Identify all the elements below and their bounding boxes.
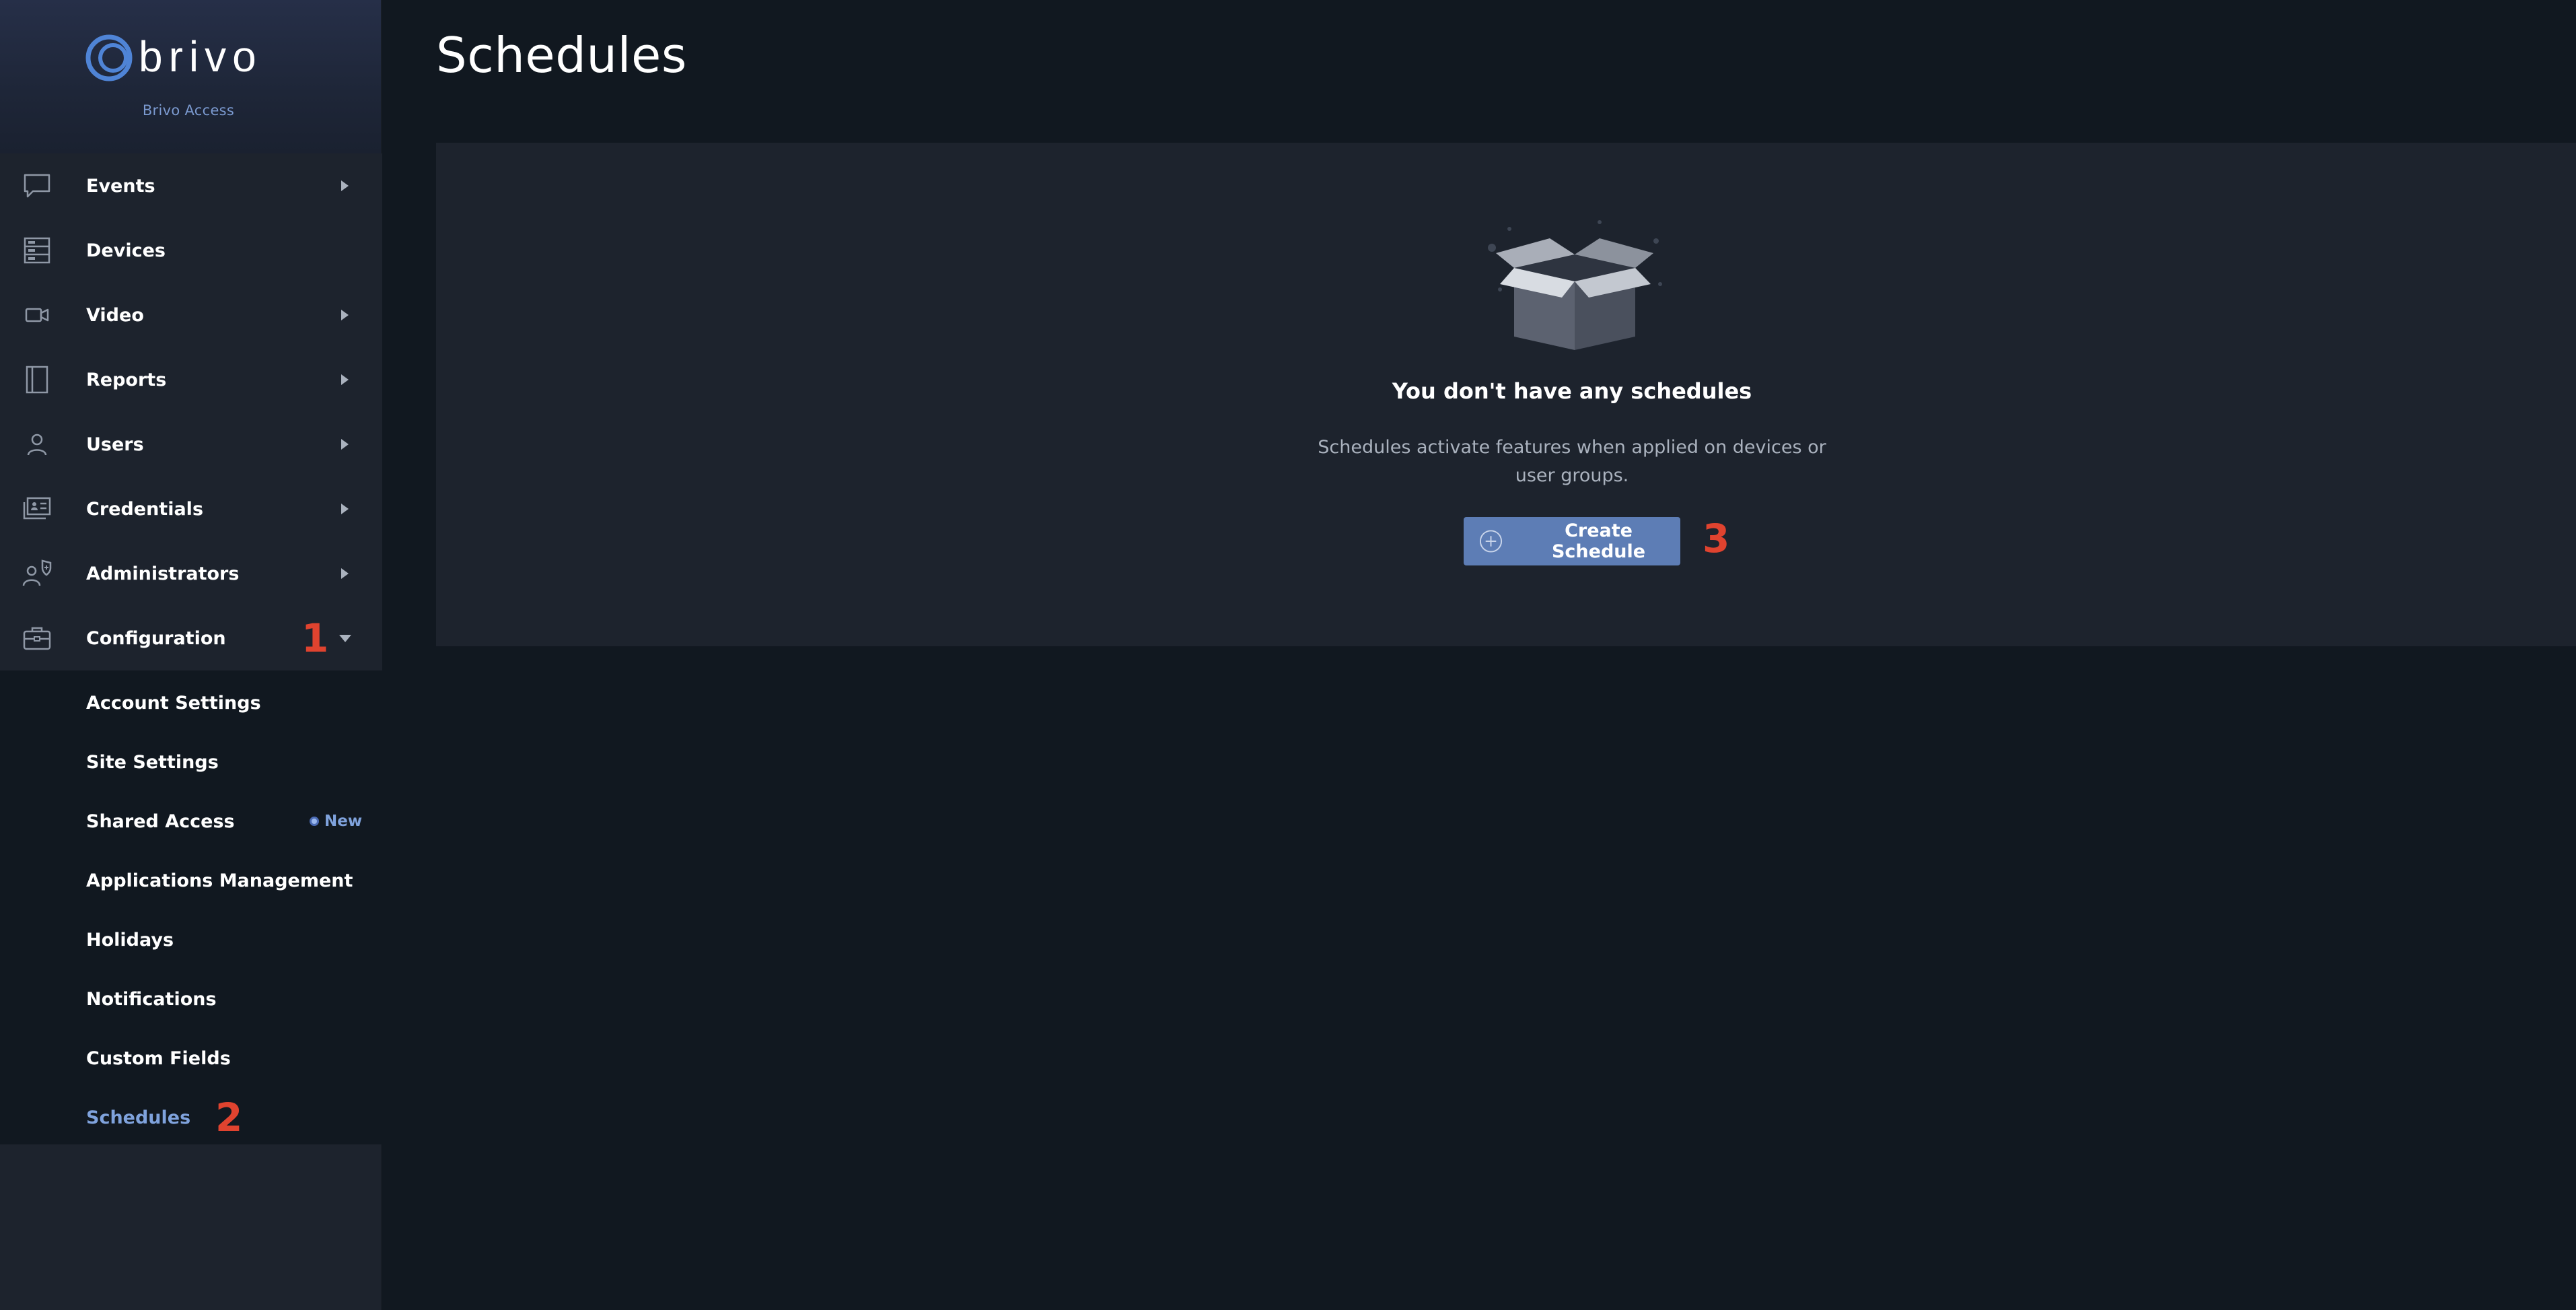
main-nav: Events Devices Video Reports Users Crede… — [0, 153, 382, 1144]
app-root: brivo Brivo Access Events Devices Video … — [0, 0, 2576, 1310]
nav-item-administrators[interactable]: Administrators — [0, 541, 382, 606]
video-camera-icon — [22, 300, 52, 330]
subnav-item-holidays[interactable]: Holidays — [0, 910, 382, 969]
create-schedule-label: Create Schedule — [1551, 520, 1646, 562]
nav-label: Video — [86, 304, 144, 326]
chevron-right-icon — [341, 374, 349, 385]
empty-state-panel: You don't have any schedules Schedules a… — [436, 143, 2576, 646]
nav-item-reports[interactable]: Reports — [0, 347, 382, 412]
chevron-right-icon — [341, 504, 349, 514]
subnav-label: Schedules — [86, 1107, 191, 1128]
subnav-item-shared-access[interactable]: Shared Access New — [0, 792, 382, 851]
server-icon — [22, 236, 52, 265]
new-dot-icon — [310, 817, 319, 826]
nav-item-credentials[interactable]: Credentials — [0, 477, 382, 541]
subnav-item-schedules[interactable]: Schedules 2 — [0, 1088, 382, 1147]
brivo-logo[interactable]: brivo — [82, 28, 284, 89]
plus-circle-icon — [1479, 530, 1503, 553]
id-card-icon — [22, 494, 52, 524]
new-badge-label: New — [324, 813, 363, 830]
nav-label: Credentials — [86, 498, 204, 520]
nav-item-devices[interactable]: Devices — [0, 218, 382, 283]
user-icon — [22, 429, 52, 459]
nav-label: Devices — [86, 240, 166, 261]
chevron-right-icon — [341, 310, 349, 320]
chevron-right-icon — [341, 439, 349, 450]
chevron-right-icon — [341, 180, 349, 191]
subnav-label: Site Settings — [86, 751, 219, 773]
subnav-item-notifications[interactable]: Notifications — [0, 969, 382, 1029]
empty-state-title: You don't have any schedules — [1392, 378, 1752, 404]
subnav-label: Notifications — [86, 988, 217, 1010]
subnav-label: Holidays — [86, 929, 174, 951]
brand-subtitle: Brivo Access — [142, 102, 235, 118]
report-book-icon — [22, 365, 52, 394]
subnav-item-applications-management[interactable]: Applications Management — [0, 851, 382, 910]
subnav-label: Account Settings — [86, 692, 261, 714]
annotation-step-1: 1 — [301, 615, 329, 661]
nav-label: Events — [86, 175, 155, 197]
subnav-item-account-settings[interactable]: Account Settings — [0, 673, 382, 732]
subnav-item-site-settings[interactable]: Site Settings — [0, 732, 382, 792]
subnav-item-custom-fields[interactable]: Custom Fields — [0, 1029, 382, 1088]
nav-item-video[interactable]: Video — [0, 283, 382, 347]
page-title: Schedules — [436, 27, 687, 83]
nav-item-users[interactable]: Users — [0, 412, 382, 477]
subnav-label: Shared Access — [86, 811, 235, 832]
briefcase-icon — [22, 623, 52, 653]
admin-shield-icon — [22, 559, 52, 588]
nav-label: Reports — [86, 369, 167, 390]
subnav-label: Custom Fields — [86, 1047, 231, 1069]
subnav-label: Applications Management — [86, 870, 353, 891]
nav-label: Configuration — [86, 627, 226, 649]
nav-label: Administrators — [86, 563, 240, 584]
annotation-step-2: 2 — [215, 1095, 243, 1140]
sidebar: brivo Brivo Access Events Devices Video … — [0, 0, 382, 1310]
svg-text:brivo: brivo — [139, 32, 262, 81]
open-box-icon — [1488, 220, 1662, 350]
brand-header: brivo Brivo Access — [0, 0, 381, 153]
configuration-subnav: Account Settings Site Settings Shared Ac… — [0, 670, 382, 1144]
chevron-right-icon — [341, 568, 349, 579]
nav-label: Users — [86, 434, 144, 455]
chevron-down-icon — [339, 634, 351, 642]
empty-state-description: Schedules activate features when applied… — [1318, 437, 1826, 486]
message-icon — [22, 171, 52, 201]
new-badge: New — [310, 813, 362, 830]
create-schedule-button[interactable]: Create Schedule — [1464, 517, 1680, 565]
nav-item-events[interactable]: Events — [0, 153, 382, 218]
nav-item-configuration[interactable]: Configuration 1 — [0, 606, 382, 670]
annotation-step-3: 3 — [1703, 516, 1730, 561]
